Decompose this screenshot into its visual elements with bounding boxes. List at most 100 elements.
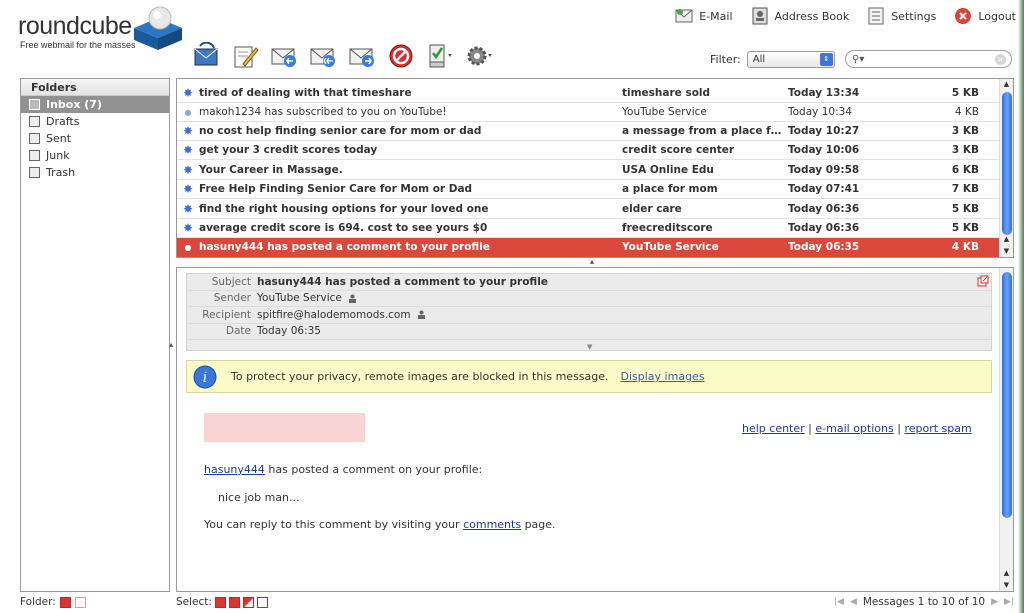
header-date-label: Date	[225, 325, 251, 338]
message-size: 5 KB	[951, 222, 979, 234]
roundcube-logo[interactable]: roundcube Free webmail for the masses	[18, 6, 188, 52]
filter-select[interactable]: All ⇕	[746, 51, 835, 68]
message-date: Today 13:34	[788, 87, 860, 99]
scroll-thumb[interactable]	[1002, 92, 1012, 235]
nav-address-book-label: Address Book	[774, 9, 850, 23]
folder-footer-label: Folder:	[20, 596, 56, 608]
folder-inbox-label: Inbox (7)	[46, 98, 102, 111]
message-from: elder care	[622, 203, 682, 215]
select-none-icon[interactable]	[256, 596, 268, 608]
scroll-up-icon[interactable]: ▲	[1000, 79, 1013, 90]
header-subject-label: Subject	[211, 275, 251, 288]
folder-drafts[interactable]: Drafts	[21, 113, 169, 130]
select-all-icon[interactable]	[214, 596, 226, 608]
check-mail-button[interactable]	[190, 40, 221, 71]
address-book-icon	[752, 7, 768, 25]
nav-settings-label: Settings	[891, 9, 937, 23]
select-unread-icon[interactable]	[228, 596, 240, 608]
nav-settings[interactable]: Settings	[867, 7, 936, 25]
folder-pane-splitter[interactable]: ▴	[169, 340, 173, 349]
header-sender-value[interactable]: YouTube Service	[257, 292, 357, 304]
message-date: Today 10:27	[788, 125, 860, 137]
display-images-link[interactable]: Display images	[621, 370, 705, 383]
folder-sent-label: Sent	[46, 132, 72, 145]
nav-address-book[interactable]: Address Book	[751, 7, 850, 25]
remote-images-notice: i To protect your privacy, remote images…	[186, 360, 992, 393]
next-page-icon[interactable]: ▶	[991, 597, 998, 607]
scroll-up-icon[interactable]: ▲	[1000, 568, 1013, 579]
trash-icon	[29, 167, 40, 178]
folder-trash[interactable]: Trash	[21, 164, 169, 181]
delete-button[interactable]	[385, 40, 416, 71]
comments-link[interactable]: comments	[463, 518, 521, 531]
last-page-icon[interactable]: ▶|	[1004, 597, 1014, 607]
message-row[interactable]: ✸ find the right housing options for you…	[177, 200, 1001, 219]
message-list-scrollbar[interactable]: ▲ ▲ ▼	[999, 79, 1013, 257]
search-box[interactable]: ⚲▾ ×	[845, 50, 1012, 68]
body-comment: nice job man...	[218, 491, 300, 504]
folder-junk[interactable]: Junk	[21, 147, 169, 164]
open-new-window-icon[interactable]	[977, 275, 989, 287]
scroll-down-icon[interactable]: ▼	[1000, 246, 1013, 257]
scroll-up-icon[interactable]: ▲	[1000, 234, 1013, 245]
reply-button[interactable]	[268, 40, 299, 71]
folder-options-icon[interactable]	[59, 596, 71, 608]
message-from: USA Online Edu	[622, 164, 714, 176]
message-from: a message from a place for…	[622, 125, 788, 137]
header-recipient-label: Recipient	[202, 308, 251, 321]
reply-suffix: page.	[521, 518, 556, 531]
header-subject-row: Subject hasuny444 has posted a comment t…	[187, 274, 991, 291]
message-row[interactable]: ✸ get your 3 credit scores today credit …	[177, 141, 1001, 160]
clear-search-icon[interactable]: ×	[995, 54, 1006, 65]
list-preview-splitter[interactable]: ▴	[590, 257, 594, 266]
preview-scrollbar[interactable]: ▲ ▼	[999, 268, 1013, 591]
header-recipient-value[interactable]: spitfire@halodemomods.com	[257, 309, 426, 321]
folder-inbox[interactable]: Inbox (7)	[21, 96, 169, 113]
forward-button[interactable]	[346, 40, 377, 71]
scroll-thumb[interactable]	[1002, 272, 1012, 518]
compose-button[interactable]	[229, 40, 260, 71]
email-options-link[interactable]: e-mail options	[815, 422, 893, 435]
body-line-3: You can reply to this comment by visitin…	[204, 518, 556, 531]
message-row[interactable]: ● makoh1234 has subscribed to you on You…	[177, 103, 1001, 122]
search-icon[interactable]: ⚲▾	[852, 54, 864, 65]
email-footer-links: help center | e-mail options | report sp…	[742, 422, 972, 435]
link-separator: |	[897, 422, 901, 435]
message-row[interactable]: ✸ average credit score is 694. cost to s…	[177, 219, 1001, 238]
nav-logout[interactable]: Logout	[954, 7, 1016, 25]
sender-name: YouTube Service	[257, 292, 342, 305]
message-subject: makoh1234 has subscribed to you on YouTu…	[199, 106, 447, 118]
message-row[interactable]: ✸ tired of dealing with that timeshare t…	[177, 84, 1001, 103]
select-footer: Select:	[176, 596, 268, 608]
more-actions-button[interactable]	[463, 40, 494, 71]
nav-email[interactable]: E-Mail	[675, 7, 733, 25]
message-row[interactable]: ✸ Your Career in Massage. USA Online Edu…	[177, 161, 1001, 180]
filter-label: Filter:	[710, 53, 741, 66]
message-date: Today 07:41	[788, 183, 860, 195]
scroll-down-icon[interactable]: ▼	[1000, 580, 1013, 591]
expand-headers-icon[interactable]: ▼	[587, 343, 592, 351]
first-page-icon[interactable]: |◀	[834, 597, 844, 607]
message-row[interactable]: ✸ Free Help Finding Senior Care for Mom …	[177, 180, 1001, 199]
message-subject: no cost help finding senior care for mom…	[199, 125, 482, 137]
help-center-link[interactable]: help center	[742, 422, 805, 435]
message-size: 5 KB	[951, 87, 979, 99]
add-contact-icon[interactable]	[417, 310, 426, 320]
add-contact-icon[interactable]	[348, 294, 357, 303]
select-footer-label: Select:	[176, 596, 212, 608]
report-spam-link[interactable]: report spam	[904, 422, 971, 435]
message-from: a place for mom	[622, 183, 718, 195]
folder-pane: Folders Inbox (7) Drafts Sent Junk Trash	[20, 78, 170, 592]
message-row[interactable]: ✸ no cost help finding senior care for m…	[177, 122, 1001, 141]
select-invert-icon[interactable]	[242, 596, 254, 608]
mark-button[interactable]	[424, 40, 455, 71]
body-line-1: hasuny444 has posted a comment on your p…	[204, 463, 482, 476]
nav-email-label: E-Mail	[699, 9, 733, 23]
folder-sent[interactable]: Sent	[21, 130, 169, 147]
reply-all-button[interactable]	[307, 40, 338, 71]
message-row-selected[interactable]: ● hasuny444 has posted a comment to your…	[177, 238, 1001, 257]
prev-page-icon[interactable]: ◀	[850, 597, 857, 607]
message-size: 3 KB	[951, 144, 979, 156]
commenter-link[interactable]: hasuny444	[204, 463, 265, 476]
folder-edit-icon[interactable]	[74, 596, 86, 608]
